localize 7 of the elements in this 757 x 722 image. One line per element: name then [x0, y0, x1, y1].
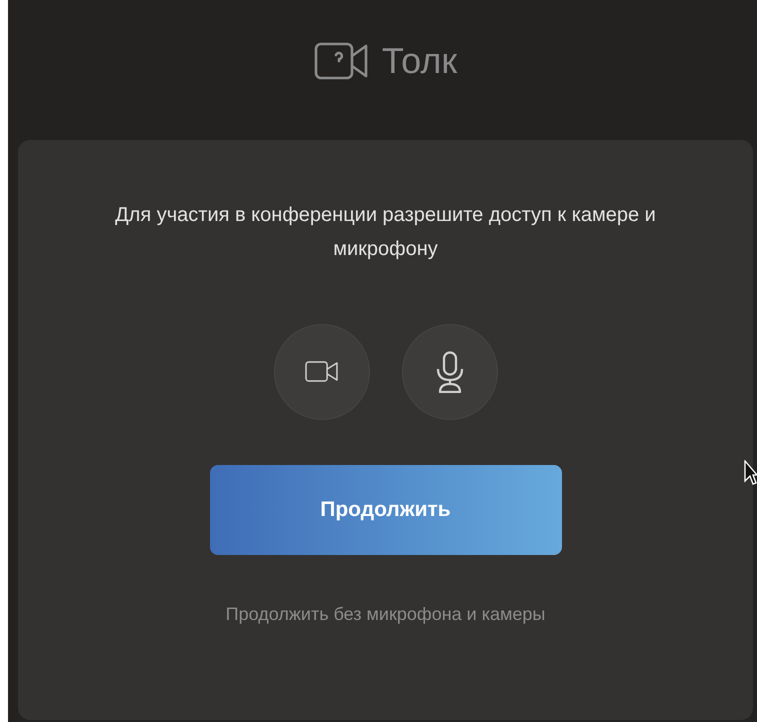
continue-button[interactable]: Продолжить [210, 465, 562, 555]
permission-message: Для участия в конференции разрешите доступ к камере и микрофону [114, 203, 657, 262]
mouse-cursor-icon [744, 460, 757, 486]
brand-name: Толк [382, 39, 458, 83]
logo-icon [314, 42, 370, 80]
camera-icon [304, 361, 338, 383]
continue-without-devices-link[interactable]: Продолжить без микрофона и камеры [226, 601, 546, 628]
